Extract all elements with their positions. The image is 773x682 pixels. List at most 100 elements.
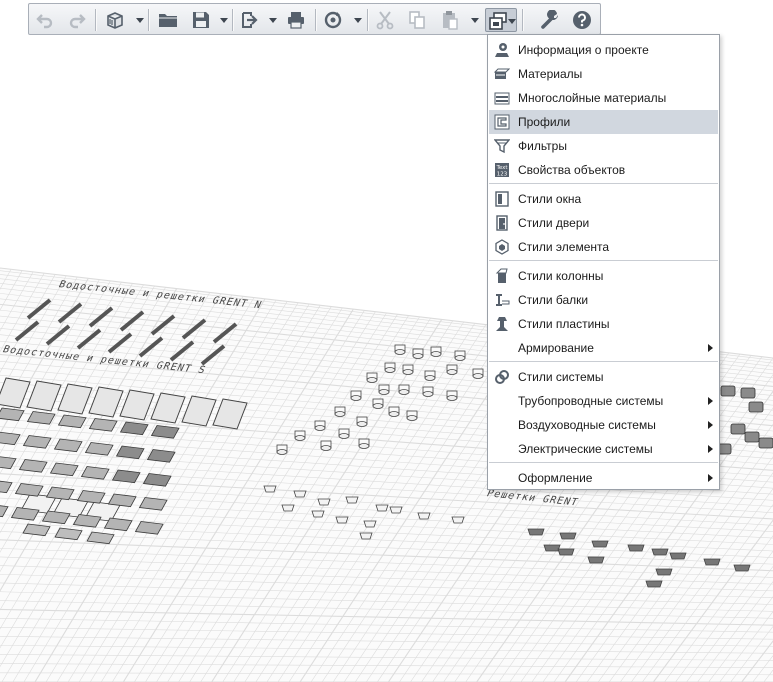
menu-item-plate-styles[interactable]: Стили пластины [489,312,718,336]
plate-style-icon [496,317,508,331]
channel-bar [212,322,238,344]
drain-inlet [334,411,346,417]
menu-item-label: Оформление [518,471,593,485]
menu-separator [489,183,718,184]
open-button[interactable] [156,8,180,32]
menu-item-label: Стили колонны [518,269,604,283]
drain-inlet [446,395,458,401]
menu-item-label: Стили пластины [518,317,610,331]
menu-item-system-styles[interactable]: Стили системы [489,365,718,389]
export-icon [242,12,258,28]
drain-cylinder [740,387,756,399]
menu-item-label: Стили элемента [518,240,610,254]
menu-item-object-properties[interactable]: Text 123 Свойства объектов [489,158,718,182]
grate-tile [18,459,48,473]
drain-inlet [454,355,466,361]
group-label-grates: Решетки GRENT [485,488,581,509]
grate-tile [0,407,25,422]
menu-item-element-styles[interactable]: Стили элемента [489,235,718,259]
svg-text:Text: Text [495,165,508,171]
menu-item-label: Свойства объектов [518,163,626,177]
grate-tile [88,418,118,432]
channel-bar [200,344,226,366]
save-button[interactable] [189,8,213,32]
menu-item-reinforcement[interactable]: Армирование [489,336,718,360]
redo-icon [69,14,86,29]
pipe-fitting [345,496,359,504]
channel-bar [57,302,83,324]
drainage-channel [26,380,62,412]
menu-item-label: Фильтры [518,139,567,153]
pipe-fitting [627,544,645,552]
menu-item-electrical-systems[interactable]: Электрические системы [489,437,718,461]
menu-item-label: Воздуховодные системы [518,418,656,432]
grate-tile [84,442,114,456]
menu-item-appearance[interactable]: Оформление [489,466,718,490]
drain-inlet [412,353,424,359]
channel-bar [138,336,164,358]
menu-item-filters[interactable]: Фильтры [489,134,718,158]
grate-tile [72,514,102,528]
pipe-fitting [281,504,295,512]
pipe-fitting [655,568,673,576]
channel-bar [119,310,145,332]
toolbar-separator [95,9,97,31]
pipe-fitting [651,548,669,556]
menu-item-window-styles[interactable]: Стили окна [489,187,718,211]
channel-bar [169,340,195,362]
drain-inlet [350,395,362,401]
pipe-fitting [527,528,545,536]
undo-icon [36,14,53,29]
caret-down-icon [508,19,516,24]
project-info-icon [495,43,509,57]
menu-item-project-info[interactable]: Информация о проекте [489,38,718,62]
grate-tile [57,414,87,429]
pipe-fitting [293,490,307,498]
new-document-dropdown[interactable] [135,8,145,32]
menu-item-door-styles[interactable]: Стили двери [489,211,718,235]
filter-icon [494,139,510,154]
grate-tile [45,486,75,501]
paste-button[interactable] [438,8,462,32]
paste-dropdown[interactable] [470,8,480,32]
redo-button[interactable] [65,8,89,32]
sync-button[interactable] [321,8,345,32]
menu-item-beam-styles[interactable]: Стили балки [489,288,718,312]
grate-tile [22,435,52,449]
drain-inlet [394,349,406,355]
export-dropdown[interactable] [268,8,278,32]
help-button[interactable] [570,8,594,32]
printer-icon [288,12,304,29]
undo-button[interactable] [33,8,57,32]
floppy-disk-icon [193,12,209,28]
drain-cylinder [720,385,736,397]
multilayer-materials-icon [494,92,510,105]
save-dropdown[interactable] [219,8,229,32]
export-button[interactable] [238,8,262,32]
copy-button[interactable] [405,8,429,32]
sync-dropdown[interactable] [353,8,363,32]
pipe-fitting [669,552,687,560]
grate-tile [150,425,180,439]
menu-item-duct-systems[interactable]: Воздуховодные системы [489,413,718,437]
caret-down-icon [471,18,479,23]
cut-button[interactable] [373,8,397,32]
pipe-fitting [335,516,349,524]
menu-item-column-styles[interactable]: Стили колонны [489,264,718,288]
new-document-button[interactable] [103,8,127,32]
menu-item-materials[interactable]: Материалы [489,62,718,86]
project-settings-button[interactable] [485,8,517,32]
toolbar-separator [315,9,317,31]
menu-item-profiles[interactable]: Профили [489,110,718,134]
grate-tile [86,531,115,545]
caret-down-icon [269,18,277,23]
pipe-fitting [733,564,751,572]
menu-item-multilayer-materials[interactable]: Многослойные материалы [489,86,718,110]
pipe-fitting [317,498,331,506]
print-button[interactable] [284,8,308,32]
grate-tile [41,510,71,525]
options-button[interactable] [538,8,562,32]
menu-item-piping-systems[interactable]: Трубопроводные системы [489,389,718,413]
pipe-fitting [559,532,577,540]
grate-tile [146,449,176,463]
